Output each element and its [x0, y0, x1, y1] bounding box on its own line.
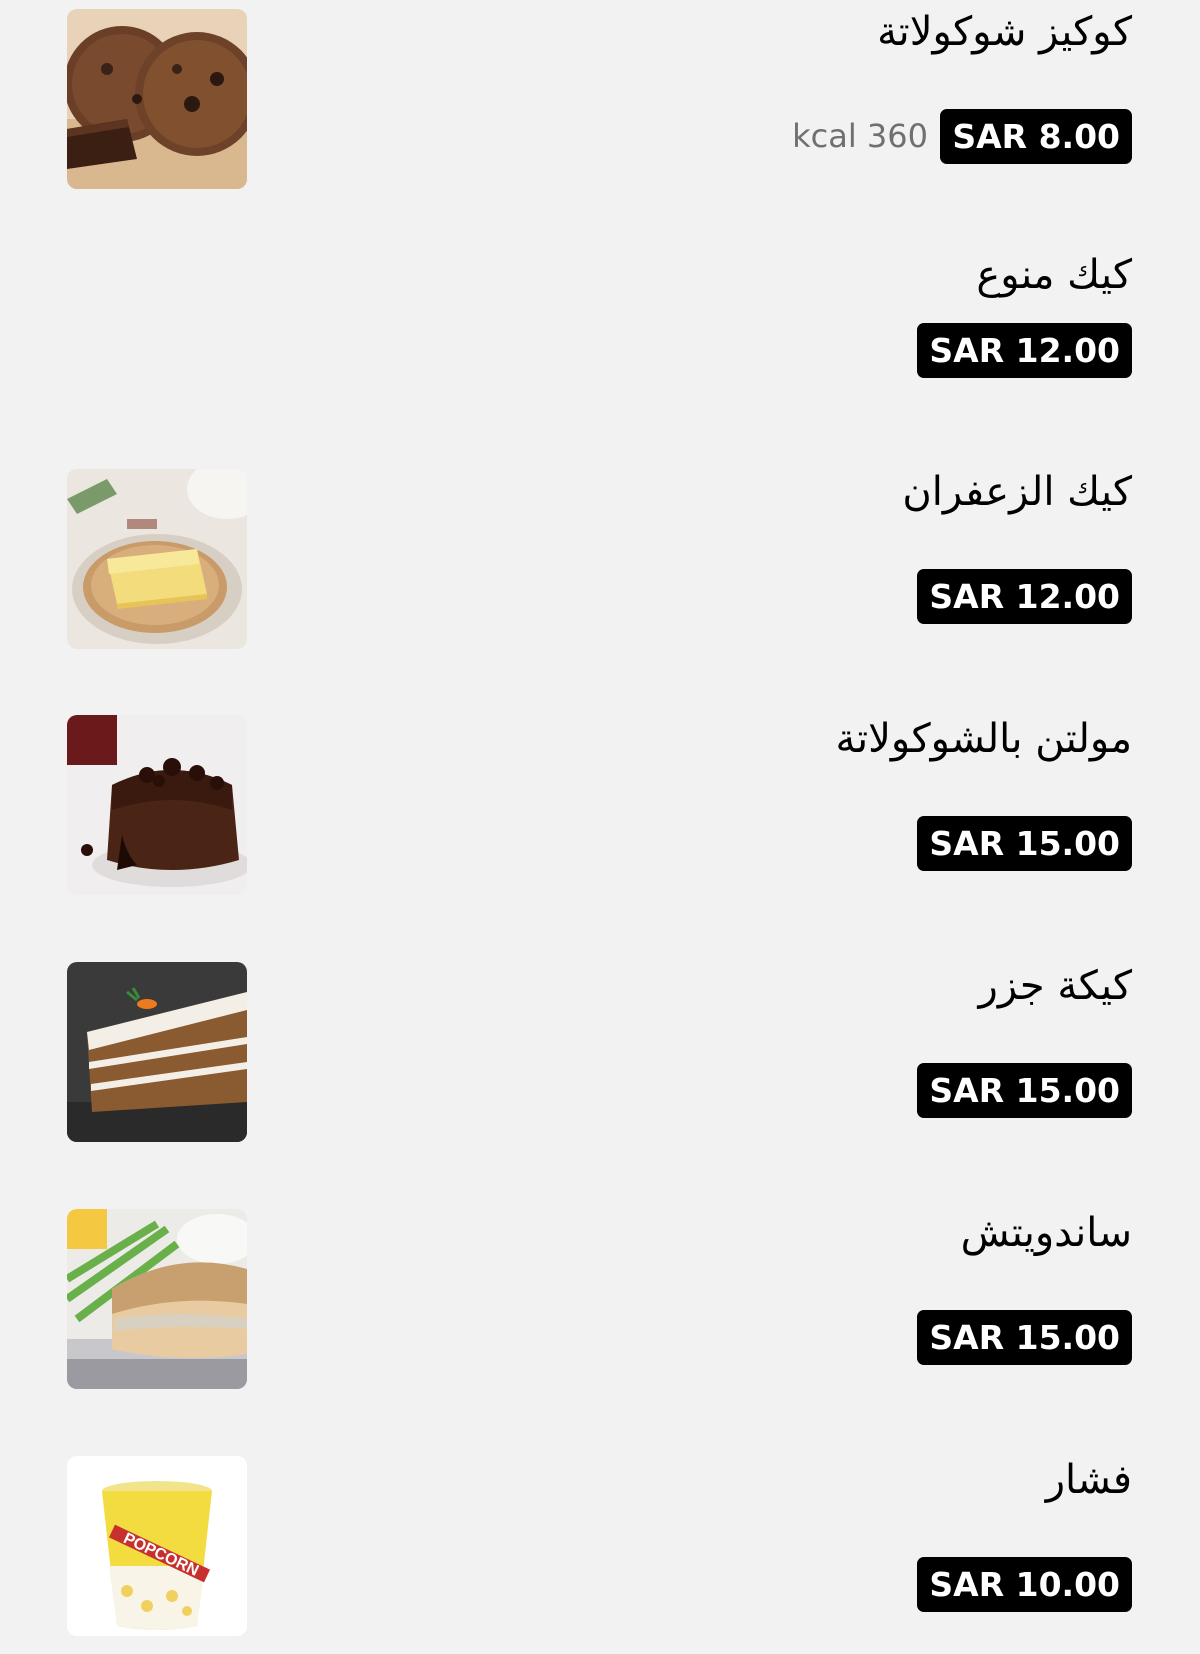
price-badge: SAR 15.00: [917, 816, 1132, 871]
chocolate-cookies-image: [67, 9, 247, 189]
item-name: مولتن بالشوكولاتة: [835, 716, 1132, 762]
price-badge: SAR 8.00: [940, 109, 1132, 164]
item-name: كيكة جزر: [978, 963, 1132, 1009]
item-name: كوكيز شوكولاتة: [877, 9, 1132, 55]
menu-item[interactable]: كوكيز شوكولاتة SAR 8.00 kcal 360: [0, 0, 1200, 200]
price-badge: SAR 10.00: [917, 1557, 1132, 1612]
item-name: ساندويتش: [960, 1210, 1132, 1256]
carrot-cake-image: [67, 962, 247, 1142]
menu-item[interactable]: مولتن بالشوكولاتة SAR 15.00: [0, 707, 1200, 907]
item-name: كيك الزعفران: [902, 469, 1132, 515]
menu-item[interactable]: كيكة جزر SAR 15.00: [0, 954, 1200, 1154]
price-badge: SAR 12.00: [917, 323, 1132, 378]
price-badge: SAR 15.00: [917, 1063, 1132, 1118]
sandwich-image: [67, 1209, 247, 1389]
menu-item[interactable]: ساندويتش SAR 15.00: [0, 1201, 1200, 1401]
saffron-cake-image: [67, 469, 247, 649]
price-badge: SAR 15.00: [917, 1310, 1132, 1365]
item-name: فشار: [1045, 1457, 1132, 1503]
menu-item[interactable]: POPCORN فشار SAR 10.00: [0, 1448, 1200, 1648]
popcorn-cup-image: POPCORN: [67, 1456, 247, 1636]
price-badge: SAR 12.00: [917, 569, 1132, 624]
menu-item[interactable]: كيك الزعفران SAR 12.00: [0, 460, 1200, 660]
chocolate-molten-image: [67, 715, 247, 895]
calories-label: kcal 360: [792, 117, 928, 155]
item-name: كيك منوع: [976, 252, 1132, 298]
menu-item[interactable]: كيك منوع SAR 12.00: [0, 240, 1200, 400]
